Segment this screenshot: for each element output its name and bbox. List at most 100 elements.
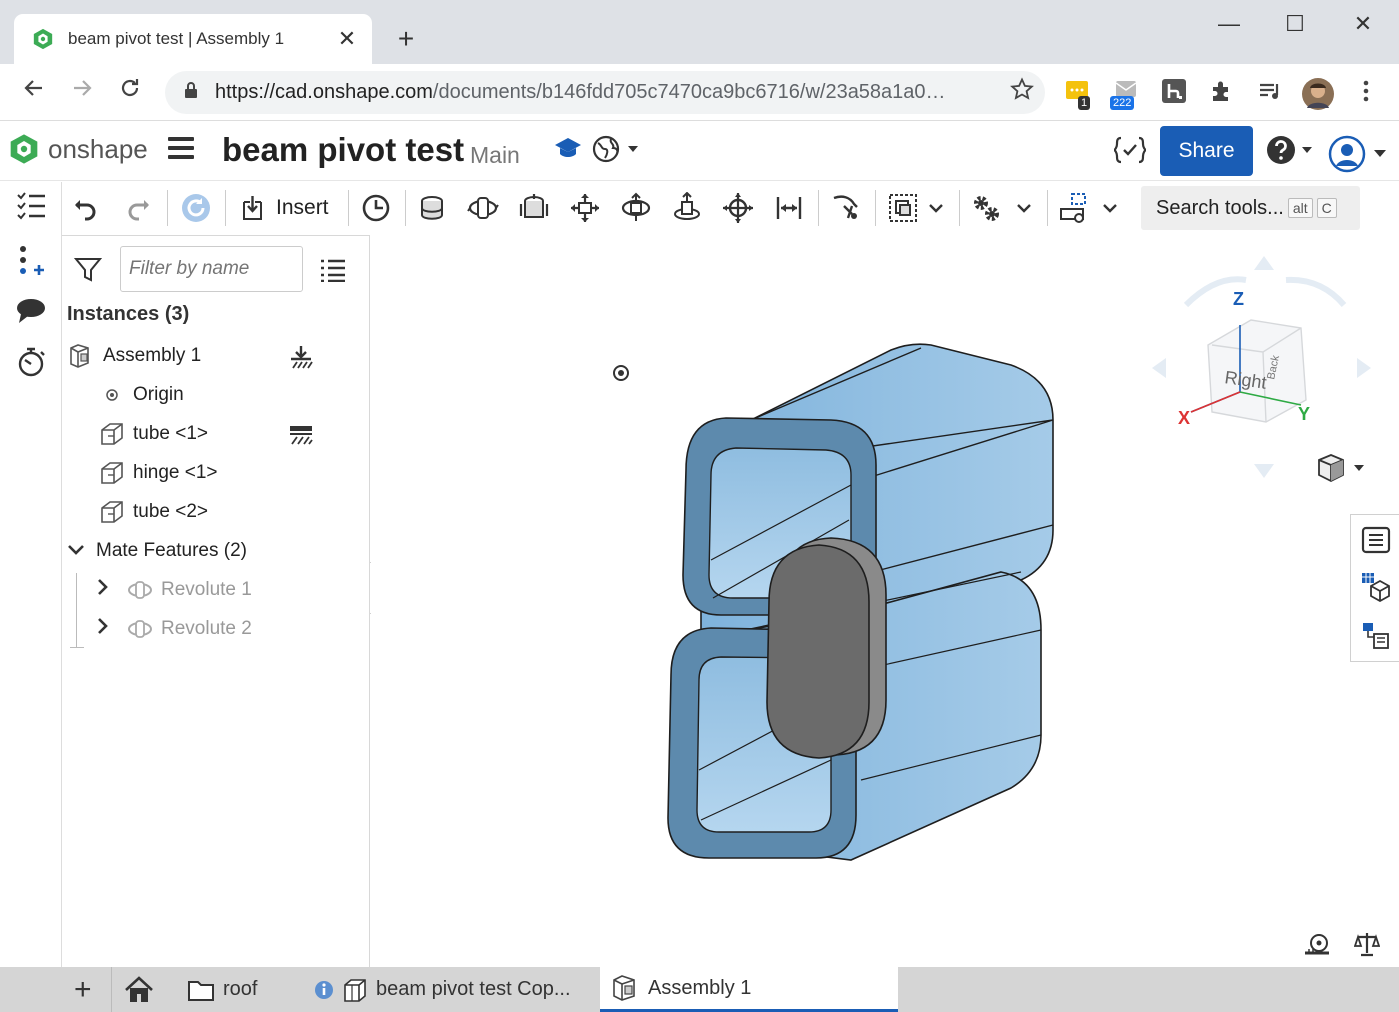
lock-icon [183, 81, 201, 104]
regenerate-icon[interactable] [178, 190, 214, 226]
axis-x-label: X [1178, 408, 1190, 428]
mate-revolute-1[interactable]: Revolute 1 [97, 574, 252, 606]
help-icon[interactable] [1266, 135, 1316, 172]
browser-menu-icon[interactable] [1350, 78, 1382, 110]
feature-list-icon[interactable] [14, 190, 48, 224]
parallel-mate-icon[interactable] [771, 190, 807, 226]
add-tab-label: + [74, 972, 92, 1006]
instance-origin[interactable]: Origin [97, 379, 184, 411]
chevron-right-icon[interactable] [97, 578, 117, 602]
share-button[interactable]: Share [1160, 126, 1253, 176]
slider-mate-icon[interactable] [516, 190, 552, 226]
rotate-right-arrow-icon[interactable] [1357, 358, 1371, 378]
extension-badge-2: 222 [1110, 96, 1135, 110]
branch-label[interactable]: Main [470, 142, 520, 169]
search-tools-input[interactable]: Search tools... alt C [1141, 186, 1360, 230]
view-cube[interactable]: Z X Y Right Back [1146, 250, 1378, 485]
tab-assembly-1[interactable]: Assembly 1 [600, 967, 898, 1012]
planar-mate-icon[interactable] [567, 190, 603, 226]
variable-studio-icon[interactable] [1113, 135, 1147, 172]
back-arrow-icon[interactable] [17, 76, 51, 110]
document-title[interactable]: beam pivot test [222, 131, 464, 169]
url-omnibox[interactable]: https://cad.onshape.com/documents/b146fd… [165, 71, 1045, 114]
bookmark-star-icon[interactable] [999, 77, 1045, 108]
chevron-down-icon[interactable] [67, 540, 91, 562]
window-maximize-button[interactable]: ☐ [1272, 8, 1318, 40]
rotate-left-arrow-icon[interactable] [1152, 358, 1166, 378]
filter-by-name-input[interactable] [120, 246, 303, 292]
browser-address-bar: https://cad.onshape.com/documents/b146fd… [0, 64, 1399, 121]
fixed-ground-icon[interactable] [288, 344, 314, 375]
pin-slot-mate-icon[interactable] [669, 190, 705, 226]
shortcut-key-alt: alt [1287, 198, 1313, 218]
fastened-mate-icon[interactable] [414, 190, 450, 226]
chevron-right-icon[interactable] [97, 617, 117, 641]
tab-linked-document[interactable]: beam pivot test Cop... [302, 967, 592, 1012]
insert-mate-icon[interactable] [14, 244, 48, 278]
roll-right-arrow-icon[interactable] [1285, 276, 1347, 307]
forward-arrow-icon[interactable] [65, 76, 99, 110]
window-minimize-button[interactable]: — [1206, 8, 1252, 40]
version-history-icon[interactable] [14, 346, 48, 380]
extension-note-icon[interactable]: 1 [1062, 78, 1094, 110]
redo-icon[interactable] [120, 190, 156, 226]
measure-tape-icon[interactable] [1303, 933, 1331, 957]
extension-mail-icon[interactable]: 222 [1110, 78, 1142, 110]
origin-icon [97, 388, 127, 402]
part-studio-instance-icon [97, 500, 127, 524]
mate-features-label: Mate Features (2) [96, 540, 247, 561]
browser-tab[interactable]: beam pivot test | Assembly 1 ✕ [14, 14, 372, 64]
revolute-mate-icon[interactable] [465, 190, 501, 226]
cylindrical-mate-icon[interactable] [618, 190, 654, 226]
hamburger-menu-icon[interactable] [168, 137, 194, 163]
mate-revolute-2[interactable]: Revolute 2 [97, 613, 252, 645]
account-icon[interactable] [1327, 135, 1389, 180]
mate-features-group[interactable]: Mate Features (2) [67, 535, 247, 567]
explode-dropdown-chevron-icon[interactable] [1098, 190, 1122, 226]
origin-marker-icon[interactable] [611, 363, 631, 383]
instance-tube-1[interactable]: tube <1> [97, 418, 208, 450]
instance-assembly-1[interactable]: Assembly 1 [67, 340, 201, 372]
media-control-icon[interactable] [1254, 78, 1286, 110]
rotate-up-arrow-icon[interactable] [1254, 256, 1274, 270]
properties-panel-icon[interactable] [1361, 525, 1391, 555]
comments-icon[interactable] [14, 294, 48, 328]
onshape-logo[interactable]: onshape [8, 133, 148, 165]
configurations-icon[interactable] [1361, 621, 1391, 651]
extensions-puzzle-icon[interactable] [1206, 78, 1238, 110]
add-tab-button[interactable]: + [62, 967, 112, 1012]
instance-tube-2[interactable]: tube <2> [97, 496, 208, 528]
mass-properties-scale-icon[interactable] [1354, 931, 1380, 957]
filter-funnel-icon[interactable] [73, 256, 103, 289]
new-tab-button[interactable]: + [392, 22, 420, 56]
hinge-part[interactable] [766, 537, 887, 759]
assembly-model[interactable] [661, 340, 1071, 870]
bom-table-cube-icon[interactable] [1361, 572, 1391, 602]
group-icon[interactable] [885, 190, 921, 226]
window-close-button[interactable]: ✕ [1340, 8, 1386, 40]
insert-icon [243, 196, 262, 220]
user-avatar[interactable] [1302, 78, 1334, 110]
extension-h-icon[interactable] [1158, 78, 1190, 110]
list-view-icon[interactable] [320, 258, 346, 287]
gears-dropdown-chevron-icon[interactable] [1012, 190, 1036, 226]
tab-close-icon[interactable]: ✕ [336, 26, 358, 52]
replicate-clock-icon[interactable] [358, 190, 394, 226]
reload-icon[interactable] [113, 76, 147, 110]
public-globe-icon[interactable] [592, 135, 642, 170]
gears-icon[interactable] [968, 190, 1004, 226]
explode-view-icon[interactable] [1056, 190, 1092, 226]
instance-hinge-1[interactable]: hinge <1> [97, 457, 218, 489]
rotate-down-arrow-icon[interactable] [1254, 464, 1274, 478]
mate-connector-icon[interactable] [828, 190, 864, 226]
fixed-instance-icon[interactable] [288, 424, 314, 451]
display-mode-cube-icon[interactable] [1316, 453, 1366, 483]
graphics-viewport[interactable]: Z X Y Right Back [371, 235, 1399, 967]
insert-button[interactable]: Insert [240, 190, 329, 226]
ball-mate-icon[interactable] [720, 190, 756, 226]
undo-icon[interactable] [68, 190, 104, 226]
group-dropdown-chevron-icon[interactable] [924, 190, 948, 226]
browser-tabstrip: beam pivot test | Assembly 1 ✕ + — ☐ ✕ [0, 0, 1399, 64]
breadcrumb-folder-roof[interactable]: roof [175, 967, 290, 1012]
documents-home-button[interactable] [112, 967, 164, 1012]
